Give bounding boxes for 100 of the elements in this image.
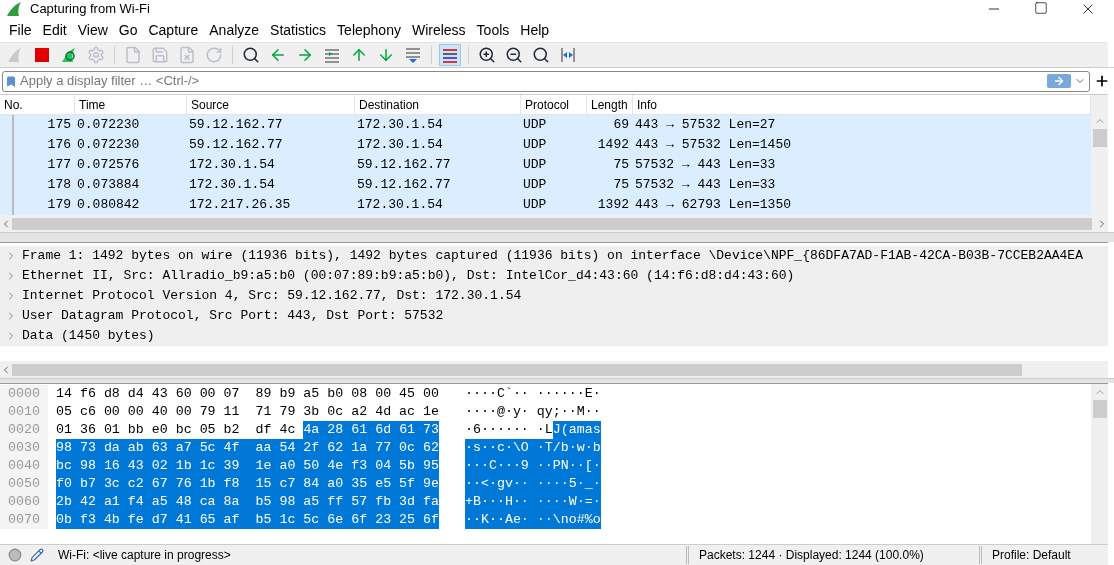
- detail-row[interactable]: Data (1450 bytes): [0, 326, 1108, 346]
- reload-icon: [205, 46, 223, 64]
- table-cell-text: 0.072230: [76, 116, 141, 135]
- menu-item[interactable]: Statistics: [265, 19, 332, 41]
- status-text: Wi-Fi: <live capture in progress>: [58, 547, 232, 564]
- shark-fin-icon: [6, 46, 24, 64]
- table-cell-text: 443 → 57532 Len=27: [634, 116, 777, 135]
- table-cell-text: 59.12.162.77: [188, 136, 284, 155]
- table-cell-text: 443 → 62793 Len=1350: [634, 196, 793, 215]
- packet-row[interactable]: 176 0.072230 59.12.162.77 172.30.1.54 UDP 1492 443 → 57532 Len=1450: [0, 135, 1091, 155]
- lines-arrow-icon: [323, 46, 341, 64]
- offset-label: 0020: [0, 421, 48, 439]
- table-cell-text: UDP: [522, 196, 548, 215]
- horizontal-scrollbar[interactable]: [0, 215, 1108, 232]
- menu-item[interactable]: Edit: [37, 19, 72, 41]
- table-cell-text: 59.12.162.77: [188, 116, 284, 135]
- profile-label: Profile: Default: [979, 546, 1071, 564]
- table-cell-text: 0.072230: [76, 136, 141, 155]
- selected-hex-bytes: f0 b7 3c c2 67 76 1b f8 15 c7 84 a0 35 e5 5f 9e: [56, 475, 439, 493]
- table-cell-text: 75: [612, 156, 630, 175]
- ascii-text: ····C`·· ······E·: [465, 385, 601, 403]
- selected-hex-bytes: 2b 42 a1 f4 a5 48 ca 8a b5 98 a5 ff 57 fb 3d fa: [56, 493, 439, 511]
- table-cell-text: 57532 → 443 Len=33: [634, 176, 777, 195]
- table-cell-text: 172.30.1.54: [356, 136, 444, 155]
- zoom-in-icon: [478, 46, 496, 64]
- menu-item[interactable]: Capture: [143, 19, 204, 41]
- offset-label: 0070: [0, 511, 48, 529]
- vertical-scrollbar[interactable]: [1091, 384, 1108, 544]
- packet-row[interactable]: 178 0.073884 172.30.1.54 59.12.162.77 UDP 75 57532 → 443 Len=33: [0, 175, 1091, 195]
- table-cell-text: 75: [612, 176, 630, 195]
- offset-label: 0040: [0, 457, 48, 475]
- selected-ascii-text: ··<·gv·· ····5·_·: [465, 475, 601, 493]
- table-cell-text: UDP: [522, 156, 548, 175]
- window-title: Capturing from Wi-Fi: [30, 1, 150, 17]
- hex-bytes: 14 f6 d8 d4 43 60 00 07 89 b9 a5 b0 08 00 45 00: [56, 385, 439, 403]
- menu-item[interactable]: Go: [113, 19, 143, 41]
- vertical-scrollbar[interactable]: [1091, 95, 1108, 215]
- maximize-icon[interactable]: [1034, 1, 1048, 15]
- column-header[interactable]: Length: [587, 95, 633, 114]
- detail-row[interactable]: Ethernet II, Src: Allradio_b9:a5:b0 (00:07:89:b9:a5:b0), Dst: IntelCor_d4:43:60 (14:f6:d8:d4:43:60): [0, 266, 1108, 286]
- column-header[interactable]: Destination: [355, 95, 521, 114]
- save-icon: [151, 46, 169, 64]
- table-cell-text: 172.30.1.54: [188, 176, 276, 195]
- packet-row[interactable]: 177 0.072576 172.30.1.54 59.12.162.77 UDP 75 57532 → 443 Len=33: [0, 155, 1091, 175]
- table-cell-text: 172.30.1.54: [356, 196, 444, 215]
- menu-item[interactable]: Help: [515, 19, 555, 41]
- scrollbar-thumb[interactable]: [1092, 129, 1107, 147]
- column-header[interactable]: Source: [187, 95, 355, 114]
- table-cell-text: 172.217.26.35: [188, 196, 292, 215]
- table-cell-text: UDP: [522, 176, 548, 195]
- table-cell-text: 0.080842: [76, 196, 141, 215]
- selected-ascii-text: ·s··c·\O ·T/b·w·b: [465, 439, 601, 457]
- zoom-out-icon: [505, 46, 523, 64]
- table-cell-text: 59.12.162.77: [356, 176, 452, 195]
- selected-hex-bytes: 0b f3 4b fe d7 41 65 af b5 1c 5c 6e 6f 23 25 6f: [56, 511, 439, 529]
- detail-row[interactable]: Frame 1: 1492 bytes on wire (11936 bits), 1492 bytes captured (11936 bits) on interface \Device\NPF_{86DFA7AD-F1AB-42CA-B03B-7CCEB2AA4EA: [0, 246, 1108, 266]
- edit-icon[interactable]: [30, 548, 44, 562]
- close-file-icon: [178, 46, 196, 64]
- ascii-text: ·6······ ·L: [465, 421, 553, 439]
- lines-icon: [404, 46, 422, 64]
- menu-item[interactable]: Tools: [471, 19, 515, 41]
- ascii-text: ····@·y· qy;··M··: [465, 403, 601, 421]
- table-cell-text: 57532 → 443 Len=33: [634, 156, 777, 175]
- table-cell-text: UDP: [522, 116, 548, 135]
- bookmark-icon[interactable]: [5, 73, 17, 89]
- shark-fin-icon: [6, 1, 22, 17]
- search-icon: [242, 46, 260, 64]
- packet-row[interactable]: 175 0.072230 59.12.162.77 172.30.1.54 UDP 69 443 → 57532 Len=27: [0, 115, 1091, 135]
- packet-row[interactable]: 179 0.080842 172.217.26.35 172.30.1.54 UDP 1392 443 → 62793 Len=1350: [0, 195, 1091, 215]
- status-circle-icon[interactable]: [8, 548, 22, 562]
- table-cell-text: 443 → 57532 Len=1450: [634, 136, 793, 155]
- selected-hex-bytes: bc 98 16 43 02 1b 1c 39 1e a0 50 4e f3 04 5b 95: [56, 457, 439, 475]
- add-filter-icon[interactable]: [1094, 73, 1110, 89]
- gear-icon: [87, 46, 105, 64]
- file-icon: [124, 46, 142, 64]
- offset-label: 0000: [0, 385, 48, 403]
- menu-item[interactable]: Analyze: [204, 19, 265, 41]
- hex-bytes: 05 c6 00 00 40 00 79 11 71 79 3b 0c a2 4d ac 1e: [56, 403, 439, 421]
- arrow-right-icon: [296, 46, 314, 64]
- menu-item[interactable]: File: [4, 19, 37, 41]
- splitter-handle[interactable]: [0, 232, 1114, 242]
- scrollbar-thumb[interactable]: [1092, 400, 1107, 418]
- column-header[interactable]: No.: [0, 95, 75, 114]
- menu-item[interactable]: Wireless: [406, 19, 471, 41]
- detail-row[interactable]: User Datagram Protocol, Src Port: 443, Dst Port: 57532: [0, 306, 1108, 326]
- table-cell-text: 0.072576: [76, 156, 141, 175]
- horizontal-scrollbar[interactable]: [0, 361, 1108, 378]
- offset-label: 0010: [0, 403, 48, 421]
- table-cell-text: 0.073884: [76, 176, 141, 195]
- splitter-handle[interactable]: [0, 378, 1114, 383]
- restart-icon: [60, 46, 78, 64]
- menu-item[interactable]: Telephony: [332, 19, 406, 41]
- colored-lines-icon: [441, 46, 459, 64]
- detail-row[interactable]: Internet Protocol Version 4, Src: 59.12.162.77, Dst: 172.30.1.54: [0, 286, 1108, 306]
- selected-ascii-text: J(amas: [552, 421, 601, 439]
- column-header[interactable]: Time: [75, 95, 187, 114]
- column-header[interactable]: Protocol: [521, 95, 587, 114]
- menu-item[interactable]: View: [72, 19, 113, 41]
- zoom-icon: [532, 46, 550, 64]
- table-cell-text: UDP: [522, 136, 548, 155]
